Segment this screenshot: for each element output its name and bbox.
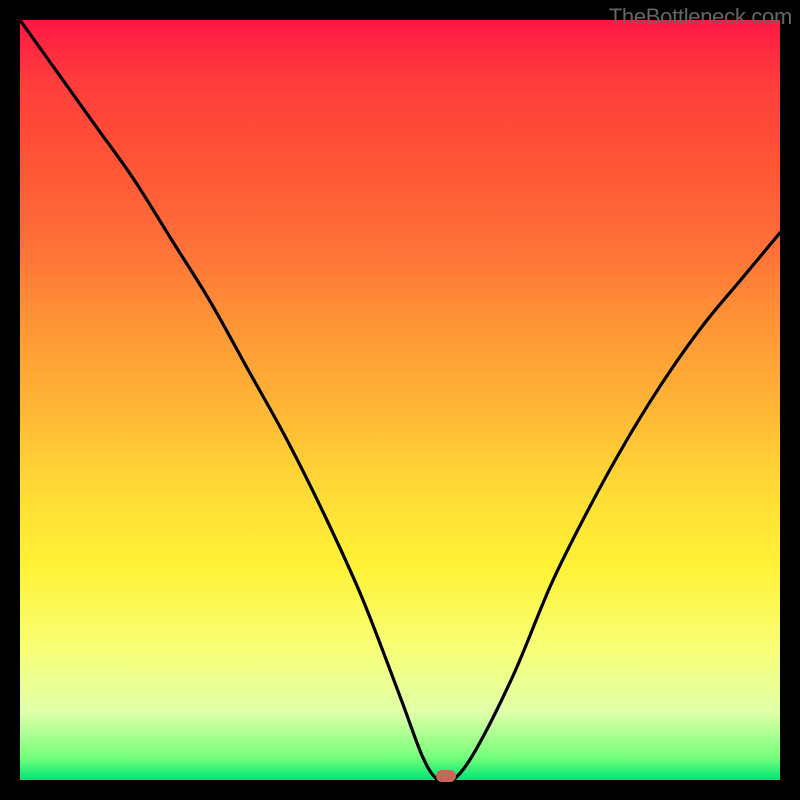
chart-container: TheBottleneck.com — [0, 0, 800, 800]
plot-area — [20, 20, 780, 780]
bottleneck-curve-path — [20, 20, 780, 780]
optimal-marker — [436, 770, 456, 782]
curve-svg — [20, 20, 780, 780]
watermark-text: TheBottleneck.com — [609, 4, 792, 30]
